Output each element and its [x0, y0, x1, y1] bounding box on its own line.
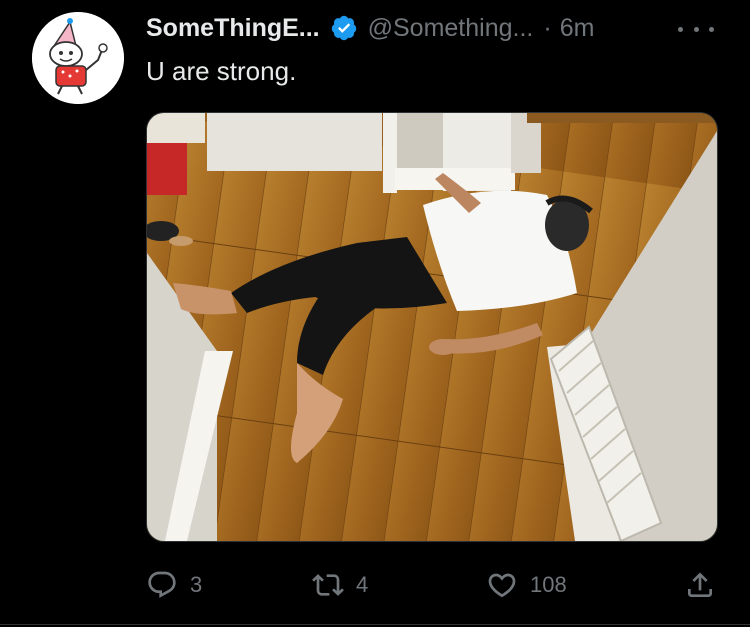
more-dots-icon[interactable]: [678, 14, 714, 44]
heart-icon: [488, 573, 516, 598]
display-name[interactable]: SomeThingE...: [146, 14, 320, 43]
photo-illustration: [147, 113, 717, 541]
share-button[interactable]: [684, 565, 716, 605]
tweet-header: SomeThingE... @Something... · 6m: [146, 12, 594, 44]
timestamp[interactable]: 6m: [560, 14, 595, 43]
share-icon: [688, 572, 712, 597]
reply-button[interactable]: 3: [146, 565, 202, 605]
dot-3: [709, 26, 714, 32]
tweet-text: U are strong.: [146, 56, 297, 86]
user-handle[interactable]: @Something...: [368, 14, 534, 43]
separator-dot: ·: [543, 13, 552, 42]
cartoon-avatar-icon: [32, 12, 124, 104]
avatar[interactable]: [32, 12, 124, 104]
tweet-media-photo[interactable]: [146, 112, 718, 542]
divider: [0, 624, 750, 625]
verified-badge-icon: [330, 14, 358, 42]
like-button[interactable]: 108: [486, 565, 567, 605]
retweet-button[interactable]: 4: [312, 565, 368, 605]
reply-icon: [148, 571, 176, 598]
reply-count: 3: [190, 572, 203, 597]
retweet-icon: [312, 574, 344, 596]
tweet-action-bar: 3 4 108: [146, 565, 716, 605]
retweet-count: 4: [356, 572, 369, 597]
dot-1: [678, 26, 683, 32]
like-count: 108: [530, 572, 567, 597]
dot-2: [693, 26, 699, 32]
